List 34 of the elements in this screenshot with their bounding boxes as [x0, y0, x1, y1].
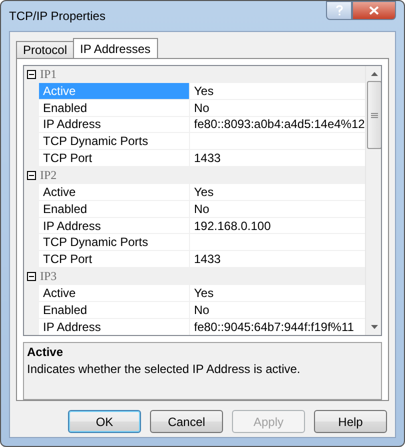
property-value[interactable]: No [189, 100, 365, 117]
property-value[interactable]: No [189, 200, 365, 218]
dialog-button[interactable]: Help [314, 410, 387, 433]
window-title: TCP/IP Properties [9, 9, 106, 23]
dialog-button[interactable]: OK [68, 410, 141, 433]
description-text: Indicates whether the selected IP Address is active. [27, 362, 302, 376]
property-value[interactable]: fe80::8093:a0b4:a4d5:14e4%12 [189, 116, 365, 134]
property-name[interactable]: IP Address [39, 318, 189, 336]
category-label: IP2 [40, 168, 57, 183]
property-name[interactable]: IP Address [39, 116, 189, 134]
category-label: IP1 [40, 66, 57, 82]
property-value[interactable]: Yes [189, 284, 365, 302]
property-value[interactable]: Yes [189, 82, 365, 100]
property-name[interactable]: Active [39, 284, 189, 302]
category-label: IP3 [40, 269, 57, 284]
property-name[interactable]: IP Address [39, 218, 189, 234]
tab[interactable]: IP Addresses [73, 38, 158, 59]
property-name[interactable]: TCP Dynamic Ports [39, 133, 189, 150]
tab[interactable]: Protocol [16, 41, 74, 59]
property-name[interactable]: Active [39, 184, 189, 201]
property-name[interactable]: TCP Dynamic Ports [39, 234, 189, 252]
property-name[interactable]: TCP Port [39, 150, 189, 168]
property-value[interactable]: fe80::9045:64b7:944f:f19f%11 [189, 318, 365, 336]
property-value[interactable]: 1433 [189, 150, 365, 168]
dialog-button[interactable]: Cancel [150, 410, 223, 433]
property-name[interactable]: Enabled [39, 200, 189, 218]
property-value[interactable]: 1433 [189, 251, 365, 268]
property-value[interactable]: 192.168.0.100 [189, 218, 365, 234]
property-name[interactable]: TCP Port [39, 251, 189, 268]
property-value[interactable]: No [189, 302, 365, 319]
property-name[interactable]: Enabled [39, 100, 189, 117]
property-name[interactable]: Enabled [39, 302, 189, 319]
description-title: Active [27, 345, 64, 360]
property-value[interactable]: Yes [189, 184, 365, 201]
